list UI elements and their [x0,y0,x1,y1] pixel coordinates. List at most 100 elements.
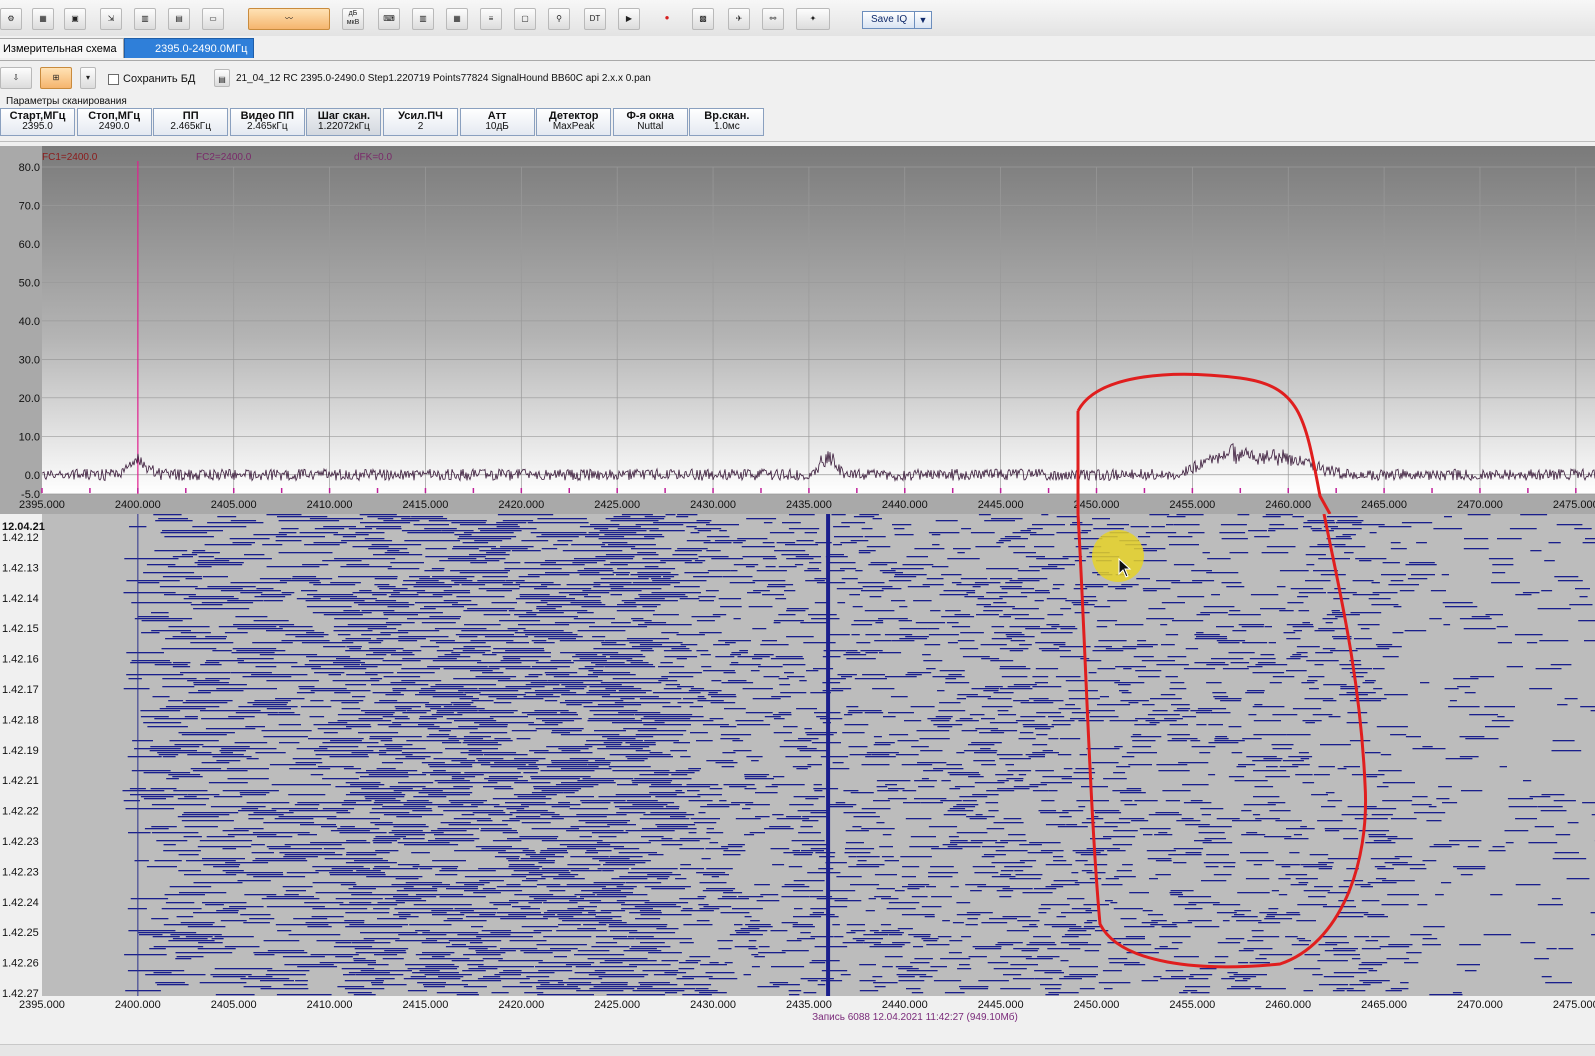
time-label: 1.42.19 [2,745,39,757]
table-icon[interactable]: ▦ [446,8,468,30]
time-label: 1.42.12 [2,532,39,544]
folders-icon[interactable]: ▣ [64,8,86,30]
chevron-down-icon[interactable]: ▼ [914,12,931,28]
scan-param-value: Nuttal [614,121,687,132]
scan-param-value: 1.22072кГц [307,121,380,132]
tab-measurement-scheme[interactable]: Измерительная схема [0,38,124,58]
time-label: 1.42.24 [2,897,39,909]
y-tick-label: 60.0 [19,239,40,251]
y-tick-label: 0.0 [25,470,40,482]
scan-param-button[interactable]: Усил.ПЧ2 [383,108,458,136]
x-tick-label: 2415.000 [403,999,449,1011]
save-db-checkbox[interactable] [108,74,119,85]
scan-param-value: 2.465кГц [154,121,227,132]
x-tick-label: 2440.000 [882,499,928,511]
satellite-icon[interactable]: ✦ [796,8,830,30]
broadcast-icon[interactable]: ✈ [728,8,750,30]
scan-param-value: 2395.0 [1,121,74,132]
dt-icon[interactable]: DT [584,8,606,30]
x-tick-label: 2435.000 [786,499,832,511]
x-tick-label: 2430.000 [690,999,736,1011]
gear-icon[interactable]: ⚙ [0,8,22,30]
scan-param-button[interactable]: Шаг скан.1.22072кГц [306,108,381,136]
waveform-icon[interactable]: ▩ [692,8,714,30]
x-tick-label: 2445.000 [978,999,1024,1011]
import-icon[interactable]: ⇲ [100,8,122,30]
x-tick-label: 2450.000 [1074,999,1120,1011]
scan-param-button[interactable]: ПП2.465кГц [153,108,228,136]
grid-icon[interactable]: ▦ [32,8,54,30]
x-tick-label: 2460.000 [1265,499,1311,511]
x-tick-label: 2470.000 [1457,999,1503,1011]
time-label: 1.42.22 [2,806,39,818]
waterfall-chart[interactable]: 12.04.211.42.121.42.131.42.141.42.151.42… [0,514,1595,1044]
scan-param-button[interactable]: Ф-я окнаNuttal [613,108,688,136]
spectrum-mode-icon[interactable]: 〰 [248,8,330,30]
record-status: Запись 6088 12.04.2021 11:42:27 (949.10М… [812,1011,1018,1023]
download-icon[interactable]: ⇩ [0,67,32,89]
marker-label: FC1=2400.0 [42,152,98,163]
scan-param-button[interactable]: Стоп,МГц2490.0 [77,108,152,136]
file-icon[interactable]: ▤ [214,69,230,87]
time-label: 1.42.13 [2,562,39,574]
y-tick-label: 20.0 [19,393,40,405]
save-iq-button[interactable]: Save IQ ▼ [862,11,932,29]
columns-icon[interactable]: ▥ [412,8,434,30]
x-tick-label: 2475.000 [1553,999,1595,1011]
x-tick-label: 2400.000 [115,499,161,511]
x-tick-label: 2455.000 [1169,999,1215,1011]
time-label: 1.42.16 [2,654,39,666]
time-label: 1.42.14 [2,593,39,605]
x-tick-label: 2400.000 [115,999,161,1011]
main-toolbar: ⚙ ▦ ▣ ⇲ ▥ ▤ ▭ 〰 дБ мкВ ⌨ ▥ ▦ ≡ ▢ ⚲ DT ▶ ● ▩ ✈ ⚯ ✦ [0,0,1595,37]
marker-label: FC2=2400.0 [196,152,252,163]
file-name: 21_04_12 RC 2395.0-2490.0 Step1.220719 P… [236,73,651,84]
scan-param-button[interactable]: Видео ПП2.465кГц [230,108,305,136]
strong-carrier-line [826,514,830,996]
network-icon[interactable]: ⊞ [40,67,72,89]
x-tick-label: 2410.000 [307,999,353,1011]
x-tick-label: 2435.000 [786,999,832,1011]
x-tick-label: 2395.000 [19,499,65,511]
bar-chart-icon[interactable]: ▤ [168,8,190,30]
status-bar [0,1044,1595,1056]
x-tick-label: 2455.000 [1169,499,1215,511]
x-tick-label: 2470.000 [1457,499,1503,511]
tab-frequency-range[interactable]: 2395.0-2490.0МГц [124,38,254,58]
scan-parameters-panel: Параметры сканирования Старт,МГц2395.0Ст… [0,95,1595,142]
scan-param-button[interactable]: Атт10дБ [460,108,535,136]
x-tick-label: 2460.000 [1265,999,1311,1011]
scan-param-button[interactable]: Вр.скан.1.0мс [689,108,764,136]
x-tick-label: 2420.000 [498,499,544,511]
keyboard-icon[interactable]: ⌨ [378,8,400,30]
scan-param-button[interactable]: Старт,МГц2395.0 [0,108,75,136]
record-icon[interactable]: ● [656,8,678,30]
time-label: 1.42.23 [2,866,39,878]
spectrum-chart[interactable]: 80.070.060.050.040.030.020.010.00.0-5.02… [0,146,1595,514]
antenna-icon[interactable]: ⚲ [548,8,570,30]
tab-frequency-range-label: 2395.0-2490.0МГц [155,43,247,55]
time-label: 1.42.26 [2,958,39,970]
satellite-search-icon[interactable]: ⚯ [762,8,784,30]
x-tick-label: 2425.000 [594,999,640,1011]
scan-param-button[interactable]: ДетекторMaxPeak [536,108,611,136]
x-tick-label: 2405.000 [211,499,257,511]
y-tick-label: 50.0 [19,277,40,289]
x-tick-label: 2475.000 [1553,499,1595,511]
chevron-down-icon[interactable]: ▾ [80,67,96,89]
db-mkv-icon[interactable]: дБ мкВ [342,8,364,30]
save-iq-label: Save IQ [871,14,907,25]
y-tick-label: 30.0 [19,354,40,366]
play-icon[interactable]: ▶ [618,8,640,30]
histogram-icon[interactable]: ▥ [134,8,156,30]
spectrum-plot-area [42,146,1595,494]
monitor-icon[interactable]: ▭ [202,8,224,30]
scan-param-value: 2 [384,121,457,132]
x-tick-label: 2465.000 [1361,999,1407,1011]
scan-parameters-title: Параметры сканирования [6,96,127,107]
scan-param-value: MaxPeak [537,121,610,132]
disabled-icon[interactable]: ▢ [514,8,536,30]
time-label: 1.42.18 [2,714,39,726]
scan-param-value: 1.0мс [690,121,763,132]
layers-icon[interactable]: ≡ [480,8,502,30]
